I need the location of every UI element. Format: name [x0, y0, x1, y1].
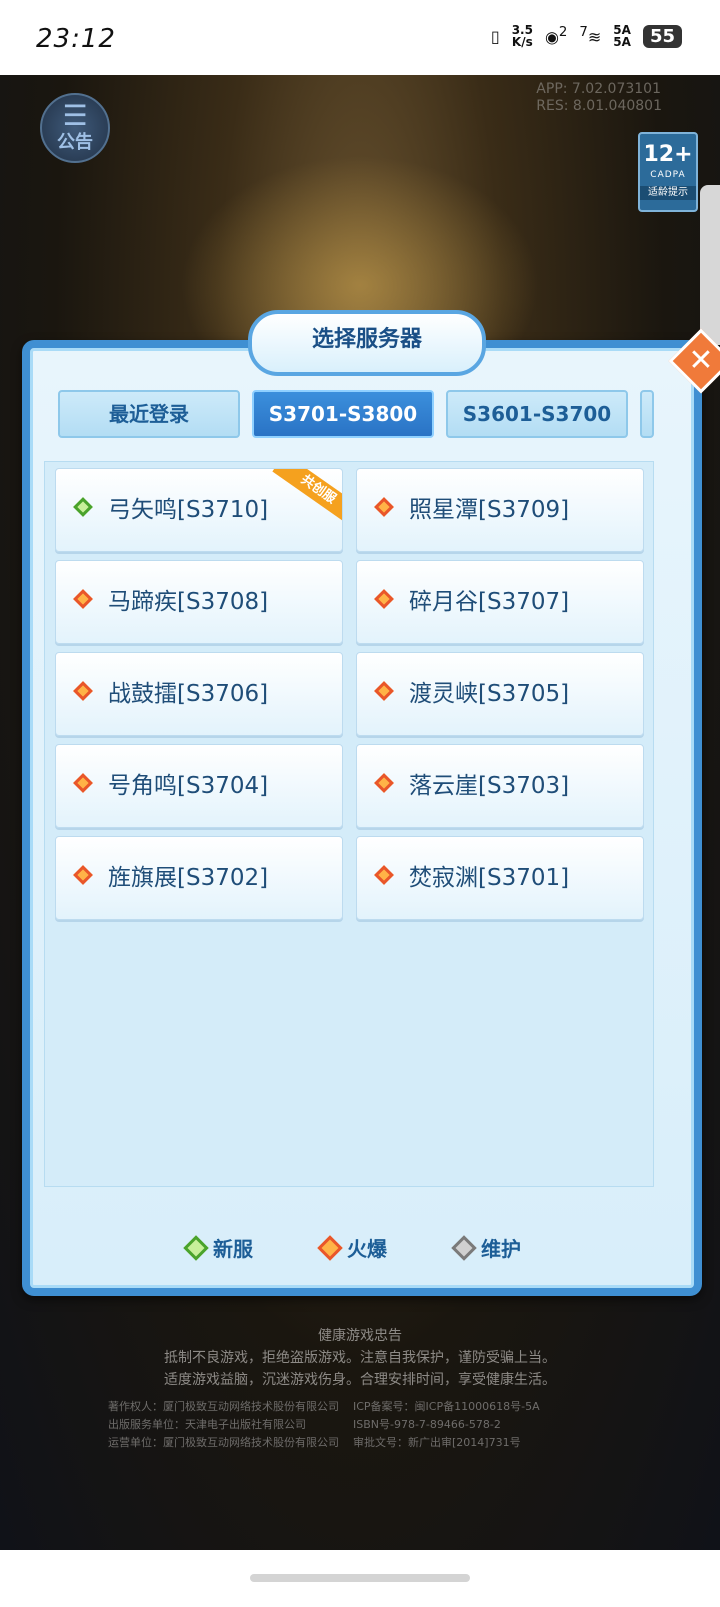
tab-recent-login[interactable]: 最近登录: [58, 390, 240, 438]
health-notice: 健康游戏忠告 抵制不良游戏，拒绝盗版游戏。注意自我保护，谨防受骗上当。 适度游戏…: [164, 1328, 556, 1388]
legend-maintenance: 维护: [451, 1233, 521, 1262]
vibrate-icon: ▯: [490, 26, 500, 46]
game-background: ☰ 公告 APP: 7.02.073101 RES: 8.01.040801 1…: [0, 75, 720, 1550]
server-item[interactable]: 马蹄疾[S3708]: [55, 560, 343, 644]
server-item[interactable]: 落云崖[S3703]: [356, 744, 644, 828]
server-item[interactable]: 碎月谷[S3707]: [356, 560, 644, 644]
hot-status-icon: [73, 865, 93, 885]
hot-status-icon: [374, 497, 394, 517]
battery-icon: 55: [642, 24, 682, 48]
hot-status-icon: [374, 865, 394, 885]
tab-s3601-s3700[interactable]: S3601-S3700: [446, 390, 628, 438]
server-item[interactable]: 照星潭[S3709]: [356, 468, 644, 552]
clock: 23:12: [36, 24, 116, 54]
tab-s3701-s3800[interactable]: S3701-S3800: [252, 390, 434, 438]
dialog-title: 选择服务器: [311, 327, 422, 352]
net-speed: 3.5 K/s: [511, 23, 533, 49]
legend-hot: 火爆: [317, 1233, 387, 1262]
close-icon: ✕: [688, 343, 714, 378]
server-range-tabs: 最近登录 S3701-S3800 S3601-S3700: [58, 390, 654, 438]
notice-button[interactable]: ☰ 公告: [40, 93, 110, 163]
hot-status-icon: [374, 589, 394, 609]
server-item[interactable]: 旌旗展[S3702]: [55, 836, 343, 920]
side-drawer-handle[interactable]: [700, 185, 720, 345]
co-creation-ribbon: 共创服: [272, 469, 342, 527]
notice-icon: ☰: [62, 99, 88, 132]
legal-info: 著作权人：厦门极致互动网络技术股份有限公司 出版服务单位：天津电子出版社有限公司…: [108, 1400, 540, 1449]
legend-new: 新服: [183, 1233, 253, 1262]
hot-status-icon: [73, 589, 93, 609]
wifi-icon: 7≋: [579, 25, 602, 47]
server-list: 弓矢鸣[S3710] 共创服 照星潭[S3709] 马蹄疾[S3708] 碎月谷…: [44, 461, 654, 1187]
new-status-icon: [73, 497, 93, 517]
hot-status-icon: [317, 1234, 343, 1261]
tab-more[interactable]: [640, 390, 654, 438]
new-status-icon: [183, 1234, 209, 1261]
hot-status-icon: [73, 681, 93, 701]
age-rating-badge[interactable]: 12+ CADPA 适龄提示: [638, 132, 698, 212]
status-icons: ▯ 3.5 K/s ◉2 7≋ 5A 5A 55: [491, 24, 682, 48]
version-info: APP: 7.02.073101 RES: 8.01.040801: [536, 81, 662, 114]
server-item[interactable]: 战鼓擂[S3706]: [55, 652, 343, 736]
home-gesture-handle[interactable]: [250, 1574, 470, 1582]
signal-icon: 5A 5A: [613, 23, 631, 49]
hot-status-icon: [374, 681, 394, 701]
dialog-title-banner: 选择服务器: [248, 310, 486, 376]
server-item[interactable]: 焚寂渊[S3701]: [356, 836, 644, 920]
server-select-dialog: 选择服务器 ✕ 最近登录 S3701-S3800 S3601-S3700 弓矢鸣…: [22, 310, 720, 1296]
status-legend: 新服 火爆 维护: [30, 1233, 678, 1262]
hotspot-icon: ◉2: [544, 25, 568, 47]
maintenance-status-icon: [451, 1234, 477, 1261]
system-nav-bar: [0, 1550, 720, 1607]
hot-status-icon: [374, 773, 394, 793]
server-item[interactable]: 渡灵峡[S3705]: [356, 652, 644, 736]
status-bar: 23:12 ▯ 3.5 K/s ◉2 7≋ 5A 5A 55: [0, 0, 720, 75]
hot-status-icon: [73, 773, 93, 793]
server-item[interactable]: 弓矢鸣[S3710] 共创服: [55, 468, 343, 552]
server-item[interactable]: 号角鸣[S3704]: [55, 744, 343, 828]
